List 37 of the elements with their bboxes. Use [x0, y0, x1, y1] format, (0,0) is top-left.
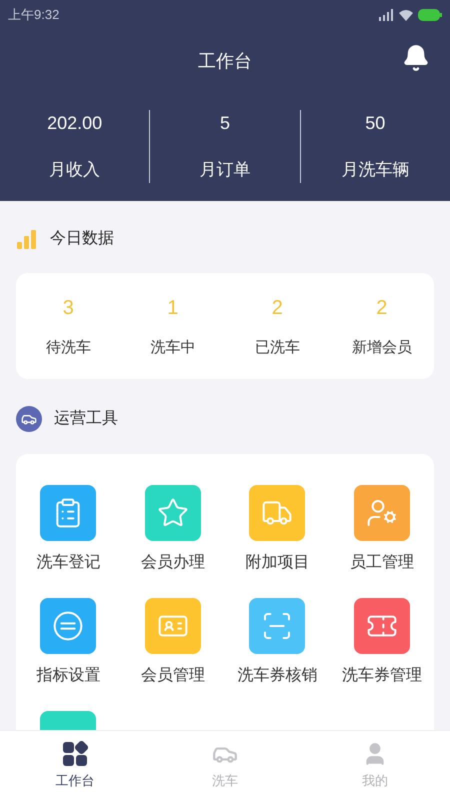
- section-title: 今日数据: [50, 228, 114, 248]
- stat-label: 月订单: [199, 159, 250, 181]
- status-time: 上午9:32: [8, 6, 60, 24]
- grid-icon: [62, 740, 88, 767]
- today-label: 已洗车: [254, 338, 300, 358]
- tool-item[interactable]: 员工管理: [330, 485, 434, 575]
- today-label: 待洗车: [46, 338, 91, 358]
- stat-value: 5: [220, 112, 230, 135]
- notification-button[interactable]: [402, 44, 430, 72]
- signal-icon: [378, 9, 394, 21]
- today-value: 2: [376, 296, 388, 320]
- bar-chart-icon: [16, 228, 38, 250]
- today-value: 1: [167, 296, 178, 320]
- tool-item[interactable]: 会员办理: [120, 485, 225, 575]
- tool-item[interactable]: 指标设置: [16, 598, 120, 688]
- section-title: 运营工具: [54, 408, 118, 429]
- stat-label: 月洗车辆: [341, 159, 410, 181]
- wifi-icon: [398, 9, 414, 21]
- today-label: 新增会员: [352, 338, 412, 358]
- page-title: 工作台: [198, 50, 252, 72]
- star-icon: [156, 497, 189, 529]
- stat-value: 202.00: [47, 112, 102, 135]
- battery-icon: [418, 9, 442, 21]
- tool-item[interactable]: 洗车券管理: [330, 598, 434, 688]
- car-wash-icon: [16, 406, 42, 432]
- tool-item[interactable]: 洗车券核销: [225, 598, 330, 688]
- tool-item[interactable]: 洗车登记: [16, 485, 120, 575]
- tool-item[interactable]: 会员管理: [120, 598, 225, 688]
- today-label: 洗车中: [150, 338, 196, 358]
- user-gear-icon: [366, 497, 398, 529]
- today-value: 3: [62, 296, 74, 320]
- stat-label: 月收入: [49, 159, 100, 181]
- nav-tab[interactable]: 工作台: [0, 731, 150, 800]
- circle-lines-icon: [52, 610, 84, 642]
- today-value: 2: [272, 296, 283, 320]
- stat-value: 50: [365, 112, 386, 135]
- tool-item[interactable]: 附加项目: [225, 485, 330, 575]
